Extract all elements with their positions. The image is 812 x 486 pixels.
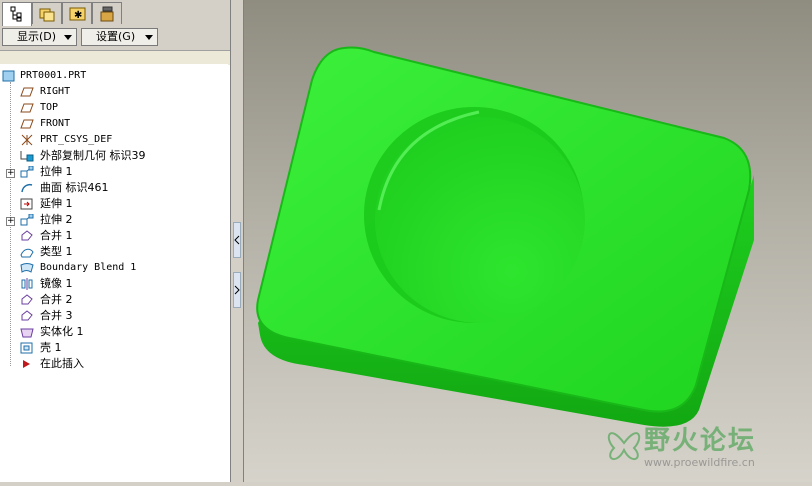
extrude-icon xyxy=(20,166,34,178)
tree-item-label: TOP xyxy=(40,102,59,113)
extend-icon xyxy=(20,198,33,210)
show-dropdown[interactable]: 显示(D) xyxy=(2,28,77,46)
mirror-icon xyxy=(21,278,33,290)
model-tree: PRT0001.PRT RIGHT TOP FRONT PRT_CSYS_DEF xyxy=(0,64,228,482)
tree-item-label: RIGHT xyxy=(40,86,71,97)
tree-item-label: 拉伸 1 xyxy=(40,165,73,178)
insert-here-arrow-icon xyxy=(23,360,30,368)
tree-item-label: 延伸 1 xyxy=(40,197,73,210)
datum-plane-icon xyxy=(20,103,34,113)
external-copy-geometry-icon xyxy=(20,151,34,162)
model-recess-face xyxy=(375,117,585,323)
graphics-viewport[interactable]: 野火论坛 www.proewildfire.cn xyxy=(244,0,812,482)
expand-right-button[interactable] xyxy=(233,272,241,308)
merge-icon xyxy=(21,310,33,321)
panel-tab-bar: ✱ xyxy=(0,0,230,26)
shell-icon xyxy=(20,342,33,354)
model-tree-icon xyxy=(10,6,22,22)
datum-plane-icon xyxy=(20,87,34,97)
forum-watermark: 野火论坛 www.proewildfire.cn xyxy=(600,412,806,478)
tree-item-label: 外部复制几何 标识39 xyxy=(40,149,146,162)
hammer-wrench-icon xyxy=(100,6,114,22)
tree-item-label: 合并 1 xyxy=(40,229,73,242)
expand-toggle[interactable]: + xyxy=(6,169,15,178)
tree-item-label: 合并 3 xyxy=(40,309,73,322)
model-tree-panel: ✱ 显示(D) 设置(G) PRT0001.PRT RIGHT TOP FRON… xyxy=(0,0,230,482)
boundary-blend-icon xyxy=(20,263,34,273)
tree-item-label: 拉伸 2 xyxy=(40,213,73,226)
tab-model-tree[interactable] xyxy=(2,2,32,26)
tab-tools[interactable] xyxy=(92,2,122,24)
chevron-right-icon xyxy=(234,285,240,295)
folder-browser-icon xyxy=(39,8,55,22)
3d-model-render xyxy=(256,46,754,427)
settings-dropdown-label: 设置(G) xyxy=(96,30,136,43)
tab-favorites[interactable]: ✱ xyxy=(62,2,92,24)
panel-splitter[interactable] xyxy=(230,0,244,482)
tree-item-label: 实体化 1 xyxy=(40,325,84,338)
favorites-icon: ✱ xyxy=(69,7,86,21)
tree-item-label: 类型 1 xyxy=(40,245,73,258)
merge-icon xyxy=(21,230,33,241)
expand-toggle[interactable]: + xyxy=(6,217,15,226)
tree-item-label: 壳 1 xyxy=(40,341,62,354)
chevron-down-icon xyxy=(64,35,72,40)
part-icon xyxy=(2,70,15,82)
coordinate-system-icon xyxy=(21,134,33,146)
tree-item-label: FRONT xyxy=(40,118,71,129)
datum-plane-icon xyxy=(20,119,34,129)
tree-header-separator xyxy=(0,50,230,65)
merge-icon xyxy=(21,294,33,305)
extrude-icon xyxy=(20,214,34,226)
tree-item-label: Boundary Blend 1 xyxy=(40,262,137,273)
butterfly-logo-icon xyxy=(607,432,641,461)
tree-item-label: 合并 2 xyxy=(40,293,73,306)
tree-item-label: 在此插入 xyxy=(40,357,84,370)
watermark-url: www.proewildfire.cn xyxy=(644,456,755,469)
tree-item-label: PRT0001.PRT xyxy=(20,70,87,81)
settings-dropdown[interactable]: 设置(G) xyxy=(81,28,158,46)
watermark-title: 野火论坛 xyxy=(644,426,757,456)
tab-folder-browser[interactable] xyxy=(32,2,62,24)
tree-item-label: PRT_CSYS_DEF xyxy=(40,134,113,145)
solidify-icon xyxy=(20,328,34,338)
tree-item-label: 镜像 1 xyxy=(40,277,73,290)
svg-text:✱: ✱ xyxy=(74,10,82,21)
surface-icon xyxy=(21,183,33,193)
type-icon xyxy=(20,248,34,258)
tree-item-label: 曲面 标识461 xyxy=(40,181,109,194)
collapse-left-button[interactable] xyxy=(233,222,241,258)
chevron-down-icon xyxy=(145,35,153,40)
chevron-left-icon xyxy=(234,235,240,245)
tree-toolbar: 显示(D) 设置(G) xyxy=(0,26,230,50)
show-dropdown-label: 显示(D) xyxy=(17,30,57,43)
